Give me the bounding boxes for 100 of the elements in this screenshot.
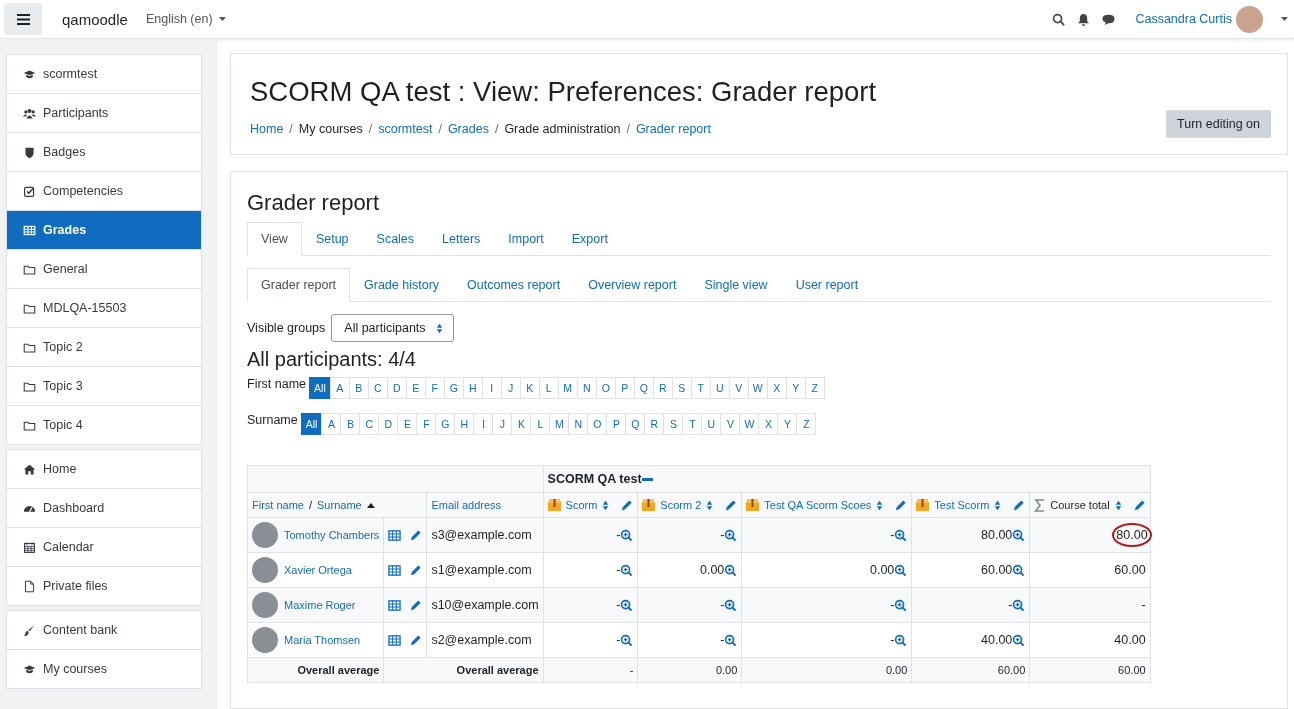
initial-filter[interactable]: D [386, 377, 407, 399]
sort-icon[interactable] [1114, 499, 1122, 511]
initial-filter[interactable]: I [473, 413, 494, 435]
initial-filter[interactable]: A [321, 413, 342, 435]
initial-filter[interactable]: Y [777, 413, 798, 435]
sidebar-item[interactable]: scormtest [7, 55, 201, 93]
sidebar-item[interactable]: Topic 2 [7, 327, 201, 366]
zoom-in-icon[interactable] [620, 528, 634, 542]
tab[interactable]: Export [557, 222, 622, 256]
initial-filter[interactable]: G [443, 377, 464, 399]
initial-filter[interactable]: J [500, 377, 521, 399]
sidebar-item[interactable]: Grades [7, 210, 201, 249]
table-icon[interactable] [388, 633, 402, 647]
initial-filter[interactable]: R [644, 413, 665, 435]
initial-filter[interactable]: X [766, 377, 787, 399]
initial-filter[interactable]: P [614, 377, 635, 399]
initial-filter[interactable]: A [329, 377, 350, 399]
initial-filter[interactable]: O [587, 413, 608, 435]
initial-filter[interactable]: B [340, 413, 361, 435]
sidebar-item[interactable]: Topic 4 [7, 405, 201, 444]
groups-select[interactable]: All participants [331, 314, 454, 342]
initial-filter[interactable]: L [538, 377, 559, 399]
sort-icon[interactable] [602, 499, 610, 511]
initial-filter[interactable]: P [606, 413, 627, 435]
initial-filter[interactable]: All [300, 413, 323, 435]
initial-filter[interactable]: L [530, 413, 551, 435]
initial-filter[interactable]: V [720, 413, 741, 435]
student-link[interactable]: Xavier Ortega [284, 564, 352, 576]
initial-filter[interactable]: S [663, 413, 684, 435]
initial-filter[interactable]: All [309, 377, 331, 399]
initial-filter[interactable]: E [405, 377, 426, 399]
initial-filter[interactable]: S [671, 377, 692, 399]
initial-filter[interactable]: X [758, 413, 779, 435]
sidebar-item[interactable]: Calendar [7, 527, 201, 566]
tab[interactable]: Grader report [247, 268, 351, 302]
initial-filter[interactable]: W [747, 377, 768, 399]
chat-icon[interactable] [1102, 12, 1116, 26]
initial-filter[interactable]: C [367, 377, 388, 399]
initial-filter[interactable]: H [454, 413, 475, 435]
sidebar-item[interactable]: Badges [7, 132, 201, 171]
sidebar-item[interactable]: General [7, 249, 201, 288]
table-icon[interactable] [388, 528, 402, 542]
collapse-icon[interactable] [641, 478, 653, 482]
zoom-in-icon[interactable] [620, 633, 634, 647]
sidebar-item[interactable]: Topic 3 [7, 366, 201, 405]
initial-filter[interactable]: C [359, 413, 380, 435]
sort-ascending-icon[interactable] [366, 502, 375, 508]
sidebar-item[interactable]: Participants [7, 93, 201, 132]
sort-link[interactable]: First name [252, 499, 304, 511]
initial-filter[interactable]: D [378, 413, 399, 435]
menu-button[interactable] [4, 3, 42, 35]
breadcrumb-link[interactable]: Grader report [635, 122, 711, 136]
initial-filter[interactable]: I [481, 377, 502, 399]
initial-filter[interactable]: Z [804, 377, 825, 399]
initial-filter[interactable]: U [701, 413, 722, 435]
initial-filter[interactable]: N [576, 377, 597, 399]
pencil-icon[interactable] [409, 528, 423, 542]
initial-filter[interactable]: K [519, 377, 540, 399]
initial-filter[interactable]: J [492, 413, 513, 435]
breadcrumb-link[interactable]: scormtest [378, 122, 433, 136]
table-icon[interactable] [388, 563, 402, 577]
student-link[interactable]: Maxime Roger [284, 599, 356, 611]
tab[interactable]: Letters [428, 222, 495, 256]
tab[interactable]: Single view [690, 268, 782, 302]
initial-filter[interactable]: F [416, 413, 437, 435]
zoom-in-icon[interactable] [724, 528, 738, 542]
student-link[interactable]: Maria Thomsen [284, 634, 361, 646]
zoom-in-icon[interactable] [894, 563, 908, 577]
sort-icon[interactable] [435, 322, 443, 334]
zoom-in-icon[interactable] [724, 598, 738, 612]
breadcrumb-link[interactable]: Home [250, 122, 284, 136]
language-menu[interactable]: English (en) [145, 12, 226, 26]
bell-icon[interactable] [1077, 12, 1091, 26]
sidebar-item[interactable]: My courses [7, 649, 201, 688]
sort-link[interactable]: Surname [317, 499, 362, 511]
zoom-in-icon[interactable] [620, 598, 634, 612]
zoom-in-icon[interactable] [620, 563, 634, 577]
zoom-in-icon[interactable] [1012, 528, 1026, 542]
pencil-icon[interactable] [620, 498, 634, 512]
initial-filter[interactable]: M [549, 413, 570, 435]
tab[interactable]: View [247, 222, 302, 256]
column-heading[interactable]: Scorm 2 [660, 499, 702, 511]
sort-link[interactable]: Email address [431, 499, 502, 511]
tab[interactable]: User report [781, 268, 873, 302]
pencil-icon[interactable] [1012, 498, 1026, 512]
zoom-in-icon[interactable] [724, 633, 738, 647]
sidebar-item[interactable]: MDLQA-15503 [7, 288, 201, 327]
initial-filter[interactable]: V [728, 377, 749, 399]
pencil-icon[interactable] [894, 498, 908, 512]
column-heading[interactable]: Scorm [565, 499, 598, 511]
initial-filter[interactable]: Q [633, 377, 654, 399]
pencil-icon[interactable] [1132, 498, 1146, 512]
sidebar-item[interactable]: Content bank [7, 611, 201, 649]
table-icon[interactable] [388, 598, 402, 612]
initial-filter[interactable]: F [424, 377, 445, 399]
initial-filter[interactable]: B [348, 377, 369, 399]
column-heading[interactable]: Test QA Scorm Scoes [764, 499, 872, 511]
initial-filter[interactable]: K [511, 413, 532, 435]
sort-icon[interactable] [876, 499, 884, 511]
sort-icon[interactable] [706, 499, 714, 511]
